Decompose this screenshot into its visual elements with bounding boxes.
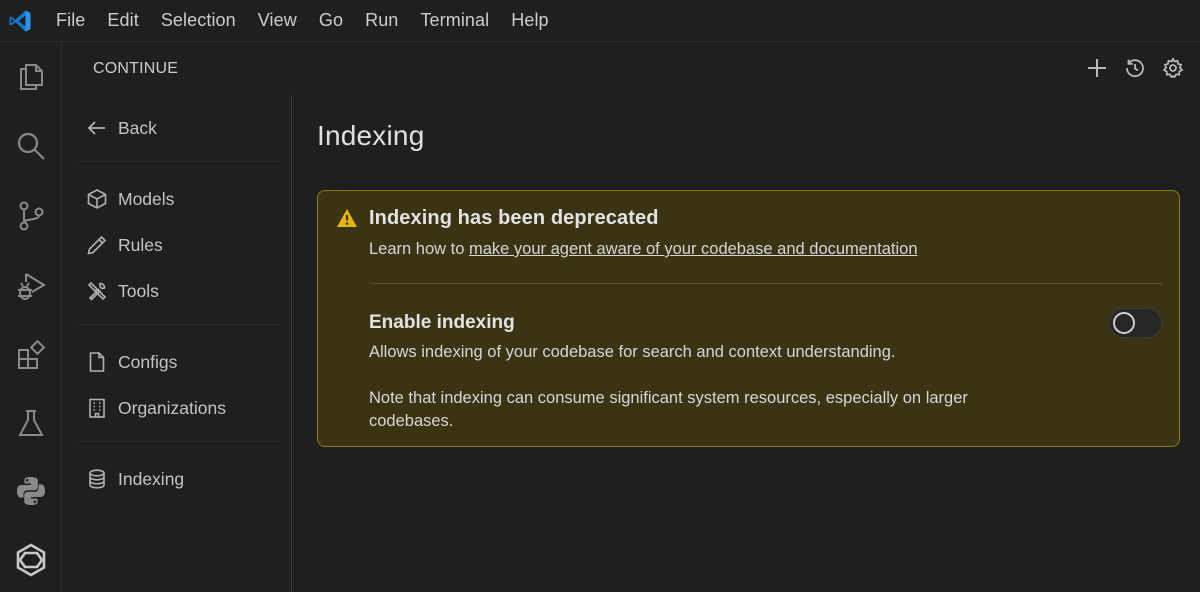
nav-item-configs[interactable]: Configs [86, 344, 177, 380]
back-label: Back [118, 117, 157, 138]
python-icon[interactable] [0, 465, 62, 517]
warning-icon [336, 208, 358, 233]
nav-item-label: Organizations [118, 397, 226, 418]
settings-nav: Back Models Rules Tools Configs Organiza… [78, 95, 292, 592]
back-button[interactable]: Back [86, 110, 157, 146]
warning-text: Learn how to make your agent aware of yo… [369, 240, 918, 259]
nav-item-label: Indexing [118, 468, 185, 489]
nav-item-label: Configs [118, 351, 178, 372]
pencil-icon [87, 235, 107, 255]
nav-divider [78, 324, 280, 325]
file-icon [89, 352, 105, 372]
menu-edit[interactable]: Edit [96, 4, 149, 37]
warning-title: Indexing has been deprecated [369, 207, 659, 229]
activity-bar [0, 42, 62, 592]
card-divider [369, 283, 1162, 284]
menu-run[interactable]: Run [354, 4, 409, 37]
nav-item-organizations[interactable]: Organizations [86, 390, 226, 426]
title-bar: File Edit Selection View Go Run Terminal… [0, 0, 1200, 42]
extensions-icon[interactable] [0, 330, 62, 382]
menu-go[interactable]: Go [308, 4, 354, 37]
building-icon [89, 398, 105, 418]
menu-bar: File Edit Selection View Go Run Terminal… [40, 4, 560, 37]
deprecation-warning-card: Indexing has been deprecated Learn how t… [317, 190, 1180, 447]
explorer-icon[interactable] [0, 50, 62, 102]
vscode-logo-icon [0, 0, 40, 42]
enable-indexing-description: Allows indexing of your codebase for sea… [369, 343, 896, 361]
nav-item-models[interactable]: Models [86, 181, 174, 217]
enable-indexing-toggle[interactable] [1109, 308, 1162, 338]
testing-icon[interactable] [0, 397, 62, 449]
enable-indexing-label: Enable indexing [369, 312, 515, 333]
panel-actions [1084, 55, 1186, 81]
menu-file[interactable]: File [40, 4, 96, 37]
nav-item-tools[interactable]: Tools [86, 273, 159, 309]
toggle-knob [1113, 312, 1135, 334]
nav-item-indexing[interactable]: Indexing [86, 461, 184, 497]
database-icon [89, 469, 105, 489]
cube-icon [87, 189, 107, 209]
menu-help[interactable]: Help [500, 4, 559, 37]
source-control-icon[interactable] [0, 190, 62, 242]
nav-item-label: Models [118, 188, 175, 209]
panel-title: CONTINUE [93, 60, 179, 77]
search-icon[interactable] [0, 120, 62, 172]
plus-icon[interactable] [1084, 55, 1110, 81]
tools-icon [87, 281, 107, 301]
menu-selection[interactable]: Selection [150, 4, 247, 37]
menu-view[interactable]: View [247, 4, 308, 37]
page-title: Indexing [317, 120, 425, 151]
warning-text-prefix: Learn how to [369, 240, 469, 258]
history-icon[interactable] [1122, 55, 1148, 81]
nav-item-label: Tools [118, 280, 159, 301]
arrow-left-icon [87, 121, 105, 135]
nav-divider [78, 161, 280, 162]
nav-item-rules[interactable]: Rules [86, 227, 163, 263]
nav-divider [78, 441, 280, 442]
enable-indexing-note: Note that indexing can consume significa… [369, 389, 968, 430]
menu-terminal[interactable]: Terminal [409, 4, 500, 37]
continue-extension-icon[interactable] [0, 534, 62, 586]
run-debug-icon[interactable] [0, 260, 62, 312]
docs-link[interactable]: make your agent aware of your codebase a… [469, 240, 918, 258]
nav-item-label: Rules [118, 234, 163, 255]
gear-icon[interactable] [1160, 55, 1186, 81]
